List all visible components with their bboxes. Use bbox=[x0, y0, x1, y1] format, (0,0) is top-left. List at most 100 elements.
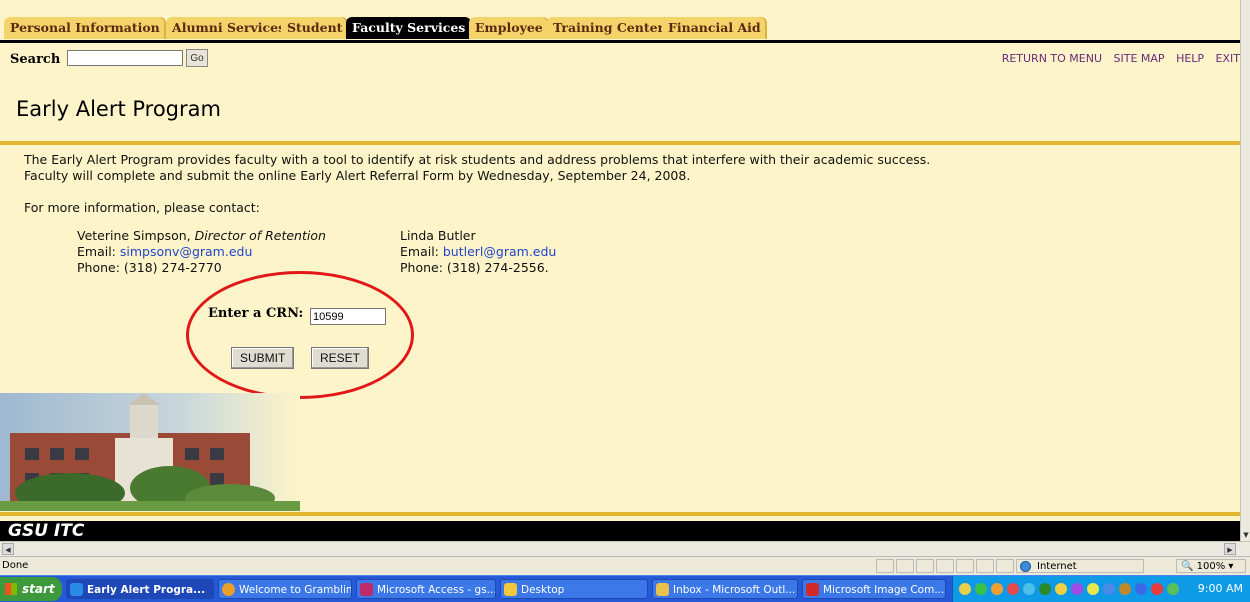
exit-link[interactable]: EXIT bbox=[1216, 52, 1240, 65]
task-welcome-grambling[interactable]: Welcome to Gramblin... bbox=[218, 579, 352, 599]
annotation-circle bbox=[186, 271, 414, 399]
browser-icon bbox=[222, 583, 235, 596]
email-link-butler[interactable]: butlerl@gram.edu bbox=[443, 244, 556, 259]
tab-employee[interactable]: Employee bbox=[469, 17, 549, 39]
campus-building-image bbox=[0, 393, 300, 511]
tab-bar-underline bbox=[0, 40, 1240, 43]
image-composer-icon bbox=[806, 583, 819, 596]
tray-icon[interactable] bbox=[1119, 583, 1131, 595]
tray-icon[interactable] bbox=[1103, 583, 1115, 595]
tray-icon[interactable] bbox=[1055, 583, 1067, 595]
tray-icon[interactable] bbox=[1135, 583, 1147, 595]
system-tray: 9:00 AM bbox=[952, 576, 1250, 602]
reset-button[interactable]: RESET bbox=[311, 347, 370, 369]
folder-icon bbox=[504, 583, 517, 596]
contact-butler: Linda Butler Email: butlerl@gram.edu Pho… bbox=[400, 228, 556, 276]
tray-icon[interactable] bbox=[1087, 583, 1099, 595]
status-cell bbox=[916, 559, 934, 573]
email-link-simpson[interactable]: simpsonv@gram.edu bbox=[120, 244, 253, 259]
task-label: Microsoft Access - gs... bbox=[377, 584, 496, 596]
security-zone: Internet bbox=[1016, 559, 1144, 573]
status-cell bbox=[996, 559, 1014, 573]
scroll-right-icon[interactable]: ▶ bbox=[1224, 543, 1236, 555]
zoom-control[interactable]: 🔍 100% ▾ bbox=[1176, 559, 1246, 573]
horizontal-scrollbar[interactable]: ◀ ▶ bbox=[0, 541, 1250, 556]
tray-icon[interactable] bbox=[1071, 583, 1083, 595]
status-text: Done bbox=[2, 560, 29, 571]
go-button[interactable]: Go bbox=[186, 49, 208, 67]
task-label: Early Alert Progra... bbox=[87, 584, 206, 596]
task-label: Microsoft Image Com... bbox=[823, 584, 945, 596]
intro-line-2: Faculty will complete and submit the onl… bbox=[24, 168, 691, 183]
tray-icon[interactable] bbox=[975, 583, 987, 595]
task-label: Welcome to Gramblin... bbox=[239, 584, 352, 596]
tray-icon[interactable] bbox=[1007, 583, 1019, 595]
return-to-menu-link[interactable]: RETURN TO MENU bbox=[1002, 52, 1102, 65]
title-divider bbox=[0, 141, 1240, 145]
task-image-composer[interactable]: Microsoft Image Com... bbox=[802, 579, 946, 599]
start-label: start bbox=[22, 582, 55, 596]
status-cell bbox=[976, 559, 994, 573]
scroll-left-icon[interactable]: ◀ bbox=[2, 543, 14, 555]
tray-icon[interactable] bbox=[1039, 583, 1051, 595]
zoom-level: 100% bbox=[1196, 561, 1226, 572]
tab-faculty-services[interactable]: Faculty Services bbox=[346, 17, 472, 39]
search-row: Search Go RETURN TO MENU SITE MAP HELP E… bbox=[0, 48, 1240, 70]
tray-icon[interactable] bbox=[959, 583, 971, 595]
tab-personal-information[interactable]: Personal Information bbox=[4, 17, 166, 39]
access-icon bbox=[360, 583, 373, 596]
taskbar: start Early Alert Progra... Welcome to G… bbox=[0, 575, 1250, 602]
search-input[interactable] bbox=[67, 50, 183, 66]
status-cell bbox=[896, 559, 914, 573]
tray-icon[interactable] bbox=[1167, 583, 1179, 595]
contact-simpson: Veterine Simpson, Director of Retention … bbox=[77, 228, 326, 276]
status-bar: Done Internet 🔍 100% ▾ bbox=[0, 556, 1250, 576]
site-map-link[interactable]: SITE MAP bbox=[1114, 52, 1165, 65]
intro-line-1: The Early Alert Program provides faculty… bbox=[24, 152, 931, 167]
scroll-down-icon[interactable]: ▼ bbox=[1241, 529, 1250, 541]
tab-training-center[interactable]: Training Center bbox=[547, 17, 671, 39]
clock: 9:00 AM bbox=[1197, 582, 1243, 595]
start-button[interactable]: start bbox=[0, 577, 62, 601]
task-label: Desktop bbox=[521, 584, 565, 596]
chevron-down-icon: ▾ bbox=[1228, 561, 1234, 572]
contact-name: Veterine Simpson, bbox=[77, 228, 195, 243]
task-microsoft-access[interactable]: Microsoft Access - gs... bbox=[356, 579, 496, 599]
status-cell bbox=[936, 559, 954, 573]
contact-name: Linda Butler bbox=[400, 228, 476, 243]
globe-icon bbox=[1020, 561, 1031, 572]
browser-viewport: Personal Information Alumni Services Stu… bbox=[0, 0, 1240, 541]
tray-icon[interactable] bbox=[991, 583, 1003, 595]
top-links: RETURN TO MENU SITE MAP HELP EXIT bbox=[994, 52, 1240, 65]
contact-prompt: For more information, please contact: bbox=[24, 200, 260, 215]
windows-flag-icon bbox=[5, 583, 17, 595]
crn-input[interactable] bbox=[310, 308, 386, 325]
contact-title: Director of Retention bbox=[194, 228, 326, 243]
page-title: Early Alert Program bbox=[16, 97, 221, 121]
task-label: Inbox - Microsoft Outl... bbox=[673, 584, 796, 596]
crn-label: Enter a CRN: bbox=[208, 306, 304, 321]
submit-button[interactable]: SUBMIT bbox=[231, 347, 295, 369]
status-cell bbox=[956, 559, 974, 573]
search-label: Search bbox=[10, 52, 61, 67]
task-inbox-outlook[interactable]: Inbox - Microsoft Outl... bbox=[652, 579, 798, 599]
email-label: Email: bbox=[400, 244, 443, 259]
task-desktop[interactable]: Desktop bbox=[500, 579, 648, 599]
status-cell bbox=[876, 559, 894, 573]
zone-label: Internet bbox=[1037, 561, 1077, 572]
tray-icon[interactable] bbox=[1151, 583, 1163, 595]
footer-text: GSU ITC bbox=[8, 521, 85, 541]
task-early-alert[interactable]: Early Alert Progra... bbox=[66, 579, 214, 599]
magnifier-icon: 🔍 bbox=[1181, 561, 1194, 572]
vertical-scrollbar[interactable]: ▼ bbox=[1240, 0, 1250, 541]
help-link[interactable]: HELP bbox=[1176, 52, 1204, 65]
intro-text: The Early Alert Program provides faculty… bbox=[24, 152, 930, 216]
tray-icon[interactable] bbox=[1023, 583, 1035, 595]
tab-student[interactable]: Student bbox=[281, 17, 349, 39]
footer-bar: GSU ITC bbox=[0, 521, 1240, 541]
bottom-divider bbox=[0, 512, 1240, 516]
tab-alumni-services[interactable]: Alumni Services bbox=[166, 17, 292, 39]
email-label: Email: bbox=[77, 244, 120, 259]
ie-icon bbox=[70, 583, 83, 596]
tab-financial-aid[interactable]: Financial Aid bbox=[662, 17, 767, 39]
